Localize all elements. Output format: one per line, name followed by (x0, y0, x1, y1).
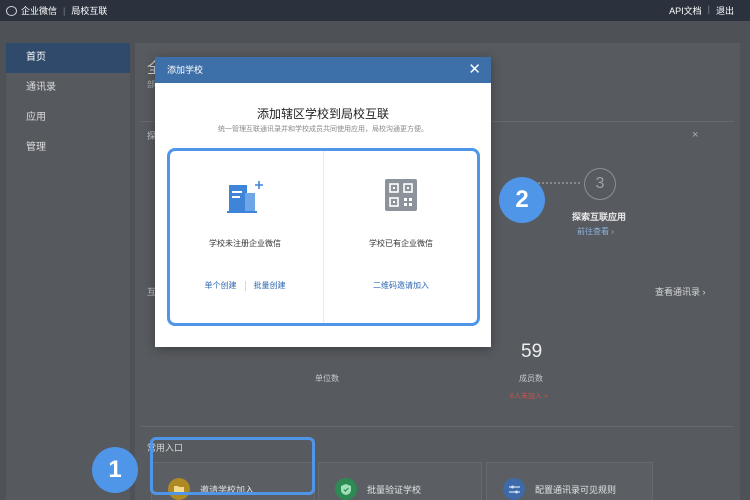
entry-verify-schools[interactable]: 批量验证学校 (318, 462, 482, 500)
logout-link[interactable]: 退出 (716, 4, 734, 17)
view-contacts-link[interactable]: 查看通讯录 › (655, 285, 706, 298)
entry-label: 批量验证学校 (367, 484, 422, 495)
modal-header-title: 添加学校 (167, 65, 204, 75)
section-divider (141, 426, 734, 427)
sidebar: 首页 通讯录 应用 管理 (6, 43, 130, 500)
option-label: 学校未注册企业微信 (209, 239, 281, 248)
option-registered[interactable]: 学校已有企业微信 二维码邀请加入 (325, 151, 477, 323)
sliders-icon (503, 478, 525, 500)
action-separator (244, 280, 246, 291)
modal-title: 添加辖区学校到局校互联 (256, 107, 389, 121)
qr-invite-link[interactable]: 二维码邀请加入 (373, 280, 429, 291)
step-badge-1: 1 (92, 447, 138, 493)
add-school-modal: 添加学校 ✕ 添加辖区学校到局校互联 统一管理互联通讯录并和学校成员共同使用应用… (155, 57, 491, 347)
sidebar-item-home[interactable]: 首页 (6, 43, 130, 73)
modal-header: 添加学校 ✕ (155, 57, 491, 83)
sidebar-item-manage[interactable]: 管理 (6, 133, 130, 163)
top-right-links: API文档 | 退出 (669, 4, 734, 17)
entry-visibility-rules[interactable]: 配置通讯录可见规则 (486, 462, 653, 500)
shield-check-icon (335, 478, 357, 500)
step-badge-2: 2 (499, 177, 545, 223)
option-not-registered[interactable]: 学校未注册企业微信 单个创建 批量创建 (170, 151, 320, 323)
step3-title: 探索互联应用 (572, 212, 627, 222)
page-subtitle: 部 (147, 80, 155, 89)
option-actions: 单个创建 批量创建 (170, 280, 320, 291)
step3-circle: 3 (584, 168, 616, 200)
options-highlight: 学校未注册企业微信 单个创建 批量创建 学校已有企业微信 二维码邀请加入 (167, 148, 480, 326)
units-label: 单位数 (315, 374, 339, 383)
top-bar: 企业微信 | 局校互联 API文档 | 退出 (0, 0, 750, 21)
modal-subtitle: 统一管理互联通讯录并和学校成员共同使用应用，局校沟通更方便。 (218, 126, 428, 133)
api-docs-link[interactable]: API文档 (669, 4, 702, 17)
top-separator: | (707, 4, 710, 14)
entry-label: 配置通讯录可见规则 (535, 484, 617, 495)
building-add-icon (170, 179, 320, 215)
qr-code-icon (325, 179, 477, 215)
single-create-link[interactable]: 单个创建 (205, 280, 237, 291)
option-actions: 二维码邀请加入 (325, 280, 477, 291)
step3-link[interactable]: 前往查看 › (577, 226, 614, 237)
brand[interactable]: 企业微信 | 局校互联 (6, 4, 107, 17)
highlight-invite-entry (150, 437, 315, 495)
not-joined-link[interactable]: 8人未加入 » (510, 391, 548, 401)
options-divider (323, 151, 324, 323)
sidebar-item-contacts[interactable]: 通讯录 (6, 73, 130, 103)
step-connector (535, 182, 580, 184)
brand-name: 企业微信 (21, 6, 58, 16)
wecom-logo-icon (6, 5, 17, 16)
batch-create-link[interactable]: 批量创建 (254, 280, 286, 291)
members-label: 成员数 (519, 374, 543, 383)
option-label: 学校已有企业微信 (369, 239, 433, 248)
brand-separator: | (63, 5, 66, 16)
sidebar-item-apps[interactable]: 应用 (6, 103, 130, 133)
close-icon[interactable]: ✕ (468, 57, 481, 83)
close-card-icon[interactable]: × (692, 129, 698, 141)
members-count: 59 (521, 341, 543, 362)
product-name: 局校互联 (71, 6, 108, 16)
